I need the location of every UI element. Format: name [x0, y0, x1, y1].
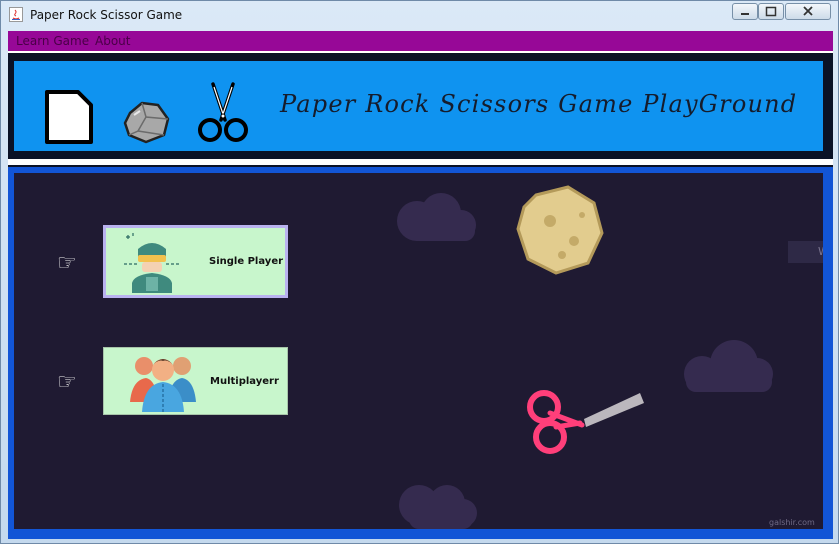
rock-icon	[123, 101, 170, 144]
soldier-avatar-icon	[124, 233, 180, 293]
minimize-icon	[741, 13, 749, 15]
menu-learn-game[interactable]: Learn Game	[16, 34, 89, 48]
maximize-button[interactable]	[758, 3, 784, 20]
java-app-icon	[9, 7, 23, 22]
game-area: ☞ ☞ Single Player Multiplayerr galshir.c…	[14, 173, 823, 529]
scissors-sprite	[527, 390, 644, 454]
single-player-label: Single Player	[209, 256, 284, 267]
close-icon	[803, 6, 813, 16]
menu-about[interactable]: About	[95, 34, 130, 48]
side-tab-label: W	[818, 245, 823, 258]
menu-bar: Learn Game About	[8, 31, 833, 51]
cloud-decoration	[397, 193, 476, 241]
close-button[interactable]	[785, 3, 831, 20]
scissors-icon	[198, 82, 248, 142]
single-player-button[interactable]: Single Player	[103, 225, 288, 298]
app-window: Paper Rock Scissor Game Learn Game About	[0, 0, 839, 544]
header-banner: Paper Rock Scissors Game PlayGround	[8, 53, 833, 159]
watermark: galshir.com	[769, 518, 815, 527]
banner-title: Paper Rock Scissors Game PlayGround	[280, 90, 798, 118]
game-area-frame: ☞ ☞ Single Player Multiplayerr galshir.c…	[8, 167, 833, 539]
side-tab[interactable]: W	[788, 241, 823, 263]
main-panel: Paper Rock Scissors Game PlayGround ☞ ☞ …	[8, 51, 833, 539]
pointing-hand-icon: ☞	[57, 251, 77, 276]
multiplayer-label: Multiplayerr	[210, 376, 279, 387]
paper-icon	[45, 90, 93, 144]
cloud-decoration	[399, 485, 477, 529]
rock-sprite	[516, 185, 604, 275]
pointing-hand-icon: ☞	[57, 370, 77, 395]
header-banner-inner: Paper Rock Scissors Game PlayGround	[14, 61, 823, 151]
maximize-icon	[765, 6, 777, 17]
cloud-decoration	[684, 340, 773, 392]
window-title: Paper Rock Scissor Game	[30, 8, 183, 22]
group-avatar-icon	[130, 357, 196, 412]
multiplayer-button[interactable]: Multiplayerr	[103, 347, 288, 415]
minimize-button[interactable]	[732, 3, 758, 20]
title-bar[interactable]: Paper Rock Scissor Game	[1, 1, 838, 29]
